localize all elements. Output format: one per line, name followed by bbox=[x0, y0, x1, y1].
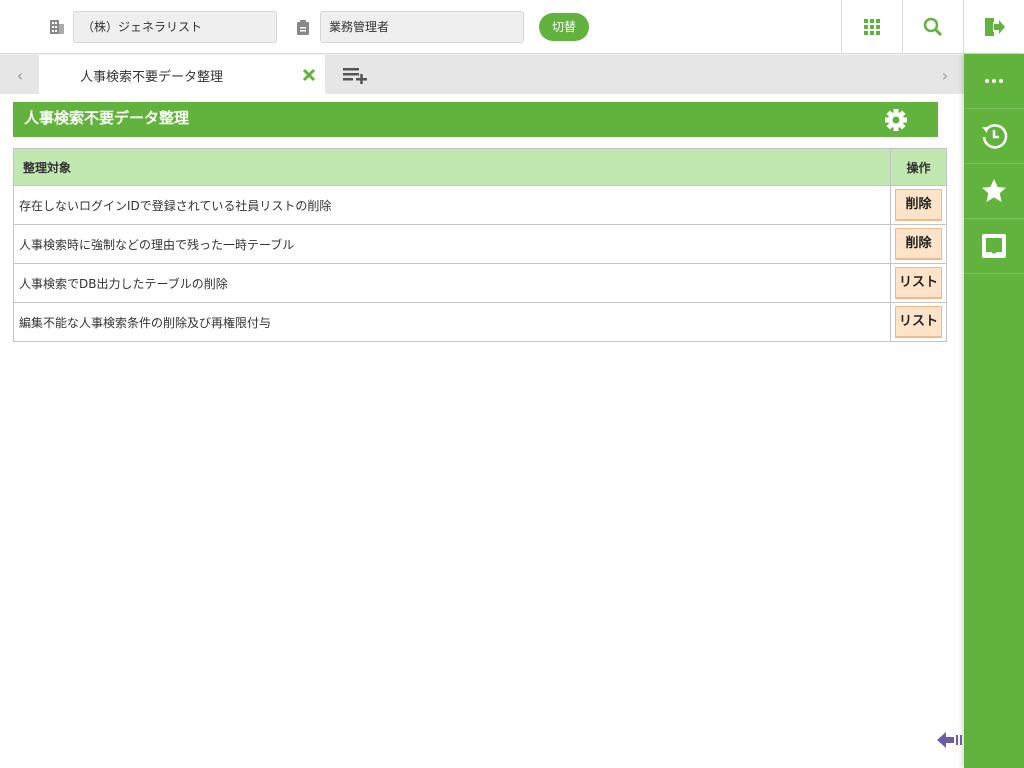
table-row: 存在しないログインIDで登録されている社員リストの削除 削除 bbox=[13, 185, 947, 225]
apps-grid-button[interactable] bbox=[841, 0, 902, 54]
logout-icon bbox=[985, 18, 1005, 36]
clipboard-icon bbox=[295, 19, 311, 35]
top-header: （株）ジェネラリスト 業務管理者 切替 bbox=[0, 0, 1024, 54]
page-title-bar: 人事検索不要データ整理 bbox=[13, 102, 938, 137]
list-button[interactable]: リスト bbox=[895, 267, 942, 299]
tab-bar: ‹ 人事検索不要データ整理 › bbox=[0, 55, 964, 94]
expand-sidebar-arrow-icon[interactable] bbox=[937, 731, 963, 749]
history-icon bbox=[982, 124, 1008, 149]
company-field[interactable]: （株）ジェネラリスト bbox=[73, 11, 277, 43]
table-row: 人事検索でDB出力したテーブルの削除 リスト bbox=[13, 263, 947, 303]
right-sidebar bbox=[964, 54, 1024, 768]
header-target: 整理対象 bbox=[13, 148, 891, 186]
delete-button[interactable]: 削除 bbox=[895, 189, 942, 221]
inbox-button[interactable] bbox=[964, 219, 1024, 274]
history-button[interactable] bbox=[964, 109, 1024, 164]
header-action: 操作 bbox=[890, 148, 947, 186]
tab-scroll-right-icon[interactable]: › bbox=[935, 65, 955, 85]
settings-gear-icon[interactable] bbox=[884, 108, 908, 132]
table-row: 編集不能な人事検索条件の削除及び再権限付与 リスト bbox=[13, 302, 947, 342]
logout-button[interactable] bbox=[963, 0, 1024, 54]
favorites-button[interactable] bbox=[964, 164, 1024, 219]
row-target: 人事検索でDB出力したテーブルの削除 bbox=[13, 263, 891, 303]
inbox-icon bbox=[982, 234, 1006, 258]
add-tab-icon[interactable] bbox=[343, 65, 369, 85]
tab-scroll-left-icon[interactable]: ‹ bbox=[10, 65, 30, 85]
switch-button[interactable]: 切替 bbox=[539, 13, 589, 41]
building-icon bbox=[49, 19, 65, 35]
more-button[interactable] bbox=[964, 54, 1024, 109]
row-target: 人事検索時に強制などの理由で残った一時テーブル bbox=[13, 224, 891, 264]
close-tab-icon[interactable] bbox=[301, 67, 317, 83]
star-icon bbox=[982, 179, 1006, 202]
tab-label: 人事検索不要データ整理 bbox=[80, 70, 224, 85]
cleanup-table: 整理対象 操作 存在しないログインIDで登録されている社員リストの削除 削除 人… bbox=[13, 148, 947, 342]
more-icon bbox=[985, 79, 1003, 83]
table-header-row: 整理対象 操作 bbox=[13, 148, 947, 186]
row-target: 存在しないログインIDで登録されている社員リストの削除 bbox=[13, 185, 891, 225]
table-row: 人事検索時に強制などの理由で残った一時テーブル 削除 bbox=[13, 224, 947, 264]
search-icon bbox=[923, 17, 943, 37]
row-target: 編集不能な人事検索条件の削除及び再権限付与 bbox=[13, 302, 891, 342]
grid-icon bbox=[864, 19, 880, 35]
list-button[interactable]: リスト bbox=[895, 306, 942, 338]
search-button[interactable] bbox=[902, 0, 963, 54]
page-title: 人事検索不要データ整理 bbox=[24, 109, 190, 127]
tab-hr-cleanup[interactable]: 人事検索不要データ整理 bbox=[39, 55, 325, 94]
delete-button[interactable]: 削除 bbox=[895, 228, 942, 260]
role-field[interactable]: 業務管理者 bbox=[320, 11, 524, 43]
